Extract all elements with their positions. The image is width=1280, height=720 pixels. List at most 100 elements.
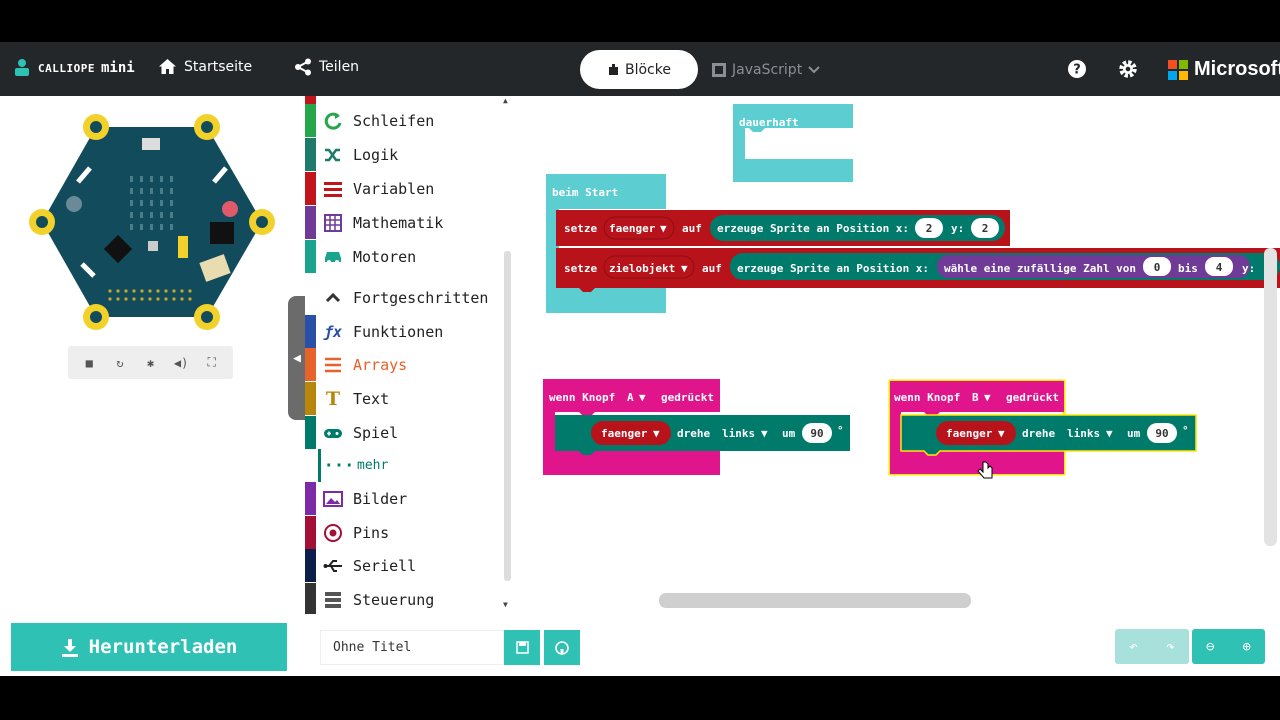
debug-icon[interactable]: ✱	[140, 353, 160, 373]
calliope-board-icon[interactable]	[0, 96, 305, 336]
on-button-b-block[interactable]: wenn Knopf B ▼ gedrückt faenger ▼ drehe …	[888, 379, 1197, 476]
category-funktionen[interactable]: ƒx Funktionen	[305, 315, 501, 348]
car-icon	[325, 251, 341, 264]
category-color-bar	[305, 583, 316, 616]
category-bilder[interactable]: Bilder	[305, 482, 501, 515]
category-arrays[interactable]: Arrays	[305, 348, 501, 381]
x-value: 2	[926, 222, 933, 235]
loop-icon	[324, 112, 342, 130]
zoom-out-icon[interactable]: ⊖	[1192, 629, 1229, 664]
microsoft-squares-icon	[1168, 59, 1188, 80]
turn-label-a: drehe	[677, 427, 710, 440]
set-zielobjekt-block[interactable]: setze zielobjekt ▼ auf erzeuge Sprite an…	[556, 248, 1280, 292]
help-icon[interactable]: ?	[1067, 59, 1087, 79]
workspace-h-scrollbar[interactable]	[659, 593, 971, 608]
category-color-bar	[305, 206, 316, 239]
tab-blocks[interactable]: Blöcke	[580, 50, 698, 89]
forever-block[interactable]: dauerhaft	[733, 104, 853, 182]
category-color-bar	[305, 549, 316, 582]
direction-a[interactable]: links	[722, 427, 755, 440]
category-spiel[interactable]: Spiel	[305, 416, 501, 449]
collapse-simulator-button[interactable]: ◀	[288, 296, 306, 420]
save-icon	[515, 641, 529, 654]
on-button-a-block[interactable]: wenn Knopf A ▼ gedrückt faenger ▼ drehe …	[543, 379, 850, 475]
mute-icon[interactable]: ◀)	[171, 353, 191, 373]
category-label: Seriell	[353, 556, 417, 575]
javascript-icon	[712, 62, 726, 77]
forever-label: dauerhaft	[739, 116, 799, 129]
chevron-down-icon[interactable]	[808, 65, 820, 74]
category-color-bar	[318, 449, 321, 482]
settings-gear-icon[interactable]	[1118, 59, 1138, 79]
simulator-controls: ■ ↻ ✱ ◀) ⛶	[68, 346, 233, 379]
restart-icon[interactable]: ↻	[110, 353, 130, 373]
random-to: 4	[1216, 261, 1223, 274]
direction-b[interactable]: links	[1067, 427, 1100, 440]
fullscreen-icon[interactable]: ⛶	[202, 353, 222, 373]
button-a-value[interactable]: A	[627, 391, 634, 404]
calliope-logo[interactable]: CALLIOPE mini	[12, 58, 135, 78]
category-mathematik[interactable]: Mathematik	[305, 206, 501, 239]
category-label: Variablen	[353, 179, 435, 198]
set-faenger-block[interactable]: setze faenger ▼ auf erzeuge Sprite an Po…	[556, 210, 1010, 246]
workspace-v-scrollbar[interactable]	[1264, 248, 1277, 546]
target-icon	[324, 523, 342, 542]
category-logik[interactable]: Logik	[305, 138, 501, 171]
to-label-2: auf	[702, 262, 722, 275]
toolbox: Schleifen Logik Variablen Mathematik Mot…	[305, 96, 515, 616]
variables-icon	[324, 181, 342, 197]
category-variablen[interactable]: Variablen	[305, 172, 501, 205]
var1-label: faenger	[609, 222, 656, 235]
category-color-bar	[305, 281, 316, 314]
download-icon	[61, 638, 78, 657]
workspace-canvas[interactable]: dauerhaft beim Start setze faenger ▼ auf…	[515, 96, 1280, 622]
button-b-value[interactable]: B	[972, 391, 979, 404]
category-color-bar	[305, 138, 316, 171]
category-label: Pins	[353, 523, 390, 542]
zoom-in-icon[interactable]: ⊕	[1229, 629, 1266, 664]
category-label: Fortgeschritten	[353, 288, 489, 307]
scroll-up-icon[interactable]: ▲	[503, 96, 508, 105]
by-label-b: um	[1127, 427, 1141, 440]
microsoft-label: Microsoft	[1194, 58, 1280, 80]
calculator-icon	[324, 213, 342, 232]
blocks-workspace[interactable]: dauerhaft beim Start setze faenger ▼ auf…	[515, 96, 1280, 622]
category-steuerung[interactable]: Steuerung	[305, 583, 501, 616]
category-pins[interactable]: Pins	[305, 516, 501, 549]
dropdown-arrow-icon: ▼	[984, 391, 991, 404]
dropdown-arrow-icon: ▼	[639, 391, 646, 404]
microsoft-logo[interactable]: Microsoft	[1168, 58, 1280, 81]
toolbox-scrollbar[interactable]: ▲ ▼	[501, 96, 514, 614]
category-text[interactable]: T Text	[305, 382, 501, 415]
control-icon	[325, 591, 341, 608]
project-name-input[interactable]	[320, 630, 504, 665]
redo-icon[interactable]: ↷	[1152, 629, 1189, 664]
tab-javascript[interactable]: JavaScript	[712, 62, 820, 78]
random-to-label: bis	[1178, 262, 1198, 275]
set-label: setze	[564, 222, 597, 235]
makecode-app: CALLIOPE mini Startseite Teilen Blöcke J…	[0, 42, 1280, 676]
degree-a: °	[837, 424, 844, 437]
bottom-bar: Herunterladen ↶ ↷ ⊖ ⊕	[0, 614, 1280, 676]
home-link[interactable]: Startseite	[158, 58, 252, 75]
category-seriell[interactable]: Seriell	[305, 549, 501, 582]
category-motoren[interactable]: Motoren	[305, 240, 501, 273]
dropdown-arrow-icon: ▼	[660, 222, 667, 235]
category-color-bar	[305, 172, 316, 205]
category-fortgeschritten[interactable]: Fortgeschritten	[305, 281, 501, 314]
category-mehr[interactable]: ··· mehr	[305, 449, 501, 482]
faenger-label-b: faenger	[946, 427, 993, 440]
share-icon	[295, 58, 311, 76]
category-label: Logik	[353, 145, 399, 164]
download-button[interactable]: Herunterladen	[11, 623, 287, 671]
share-link[interactable]: Teilen	[294, 58, 359, 76]
toolbox-scroll-thumb[interactable]	[504, 251, 511, 581]
category-schleifen[interactable]: Schleifen	[305, 104, 501, 137]
category-label: Funktionen	[353, 322, 444, 341]
stop-icon[interactable]: ■	[79, 353, 99, 373]
github-button[interactable]	[544, 630, 580, 665]
save-button[interactable]	[504, 630, 540, 665]
scroll-down-icon[interactable]: ▼	[503, 600, 508, 609]
pressed-label: gedrückt	[661, 391, 714, 404]
undo-icon[interactable]: ↶	[1115, 629, 1152, 664]
